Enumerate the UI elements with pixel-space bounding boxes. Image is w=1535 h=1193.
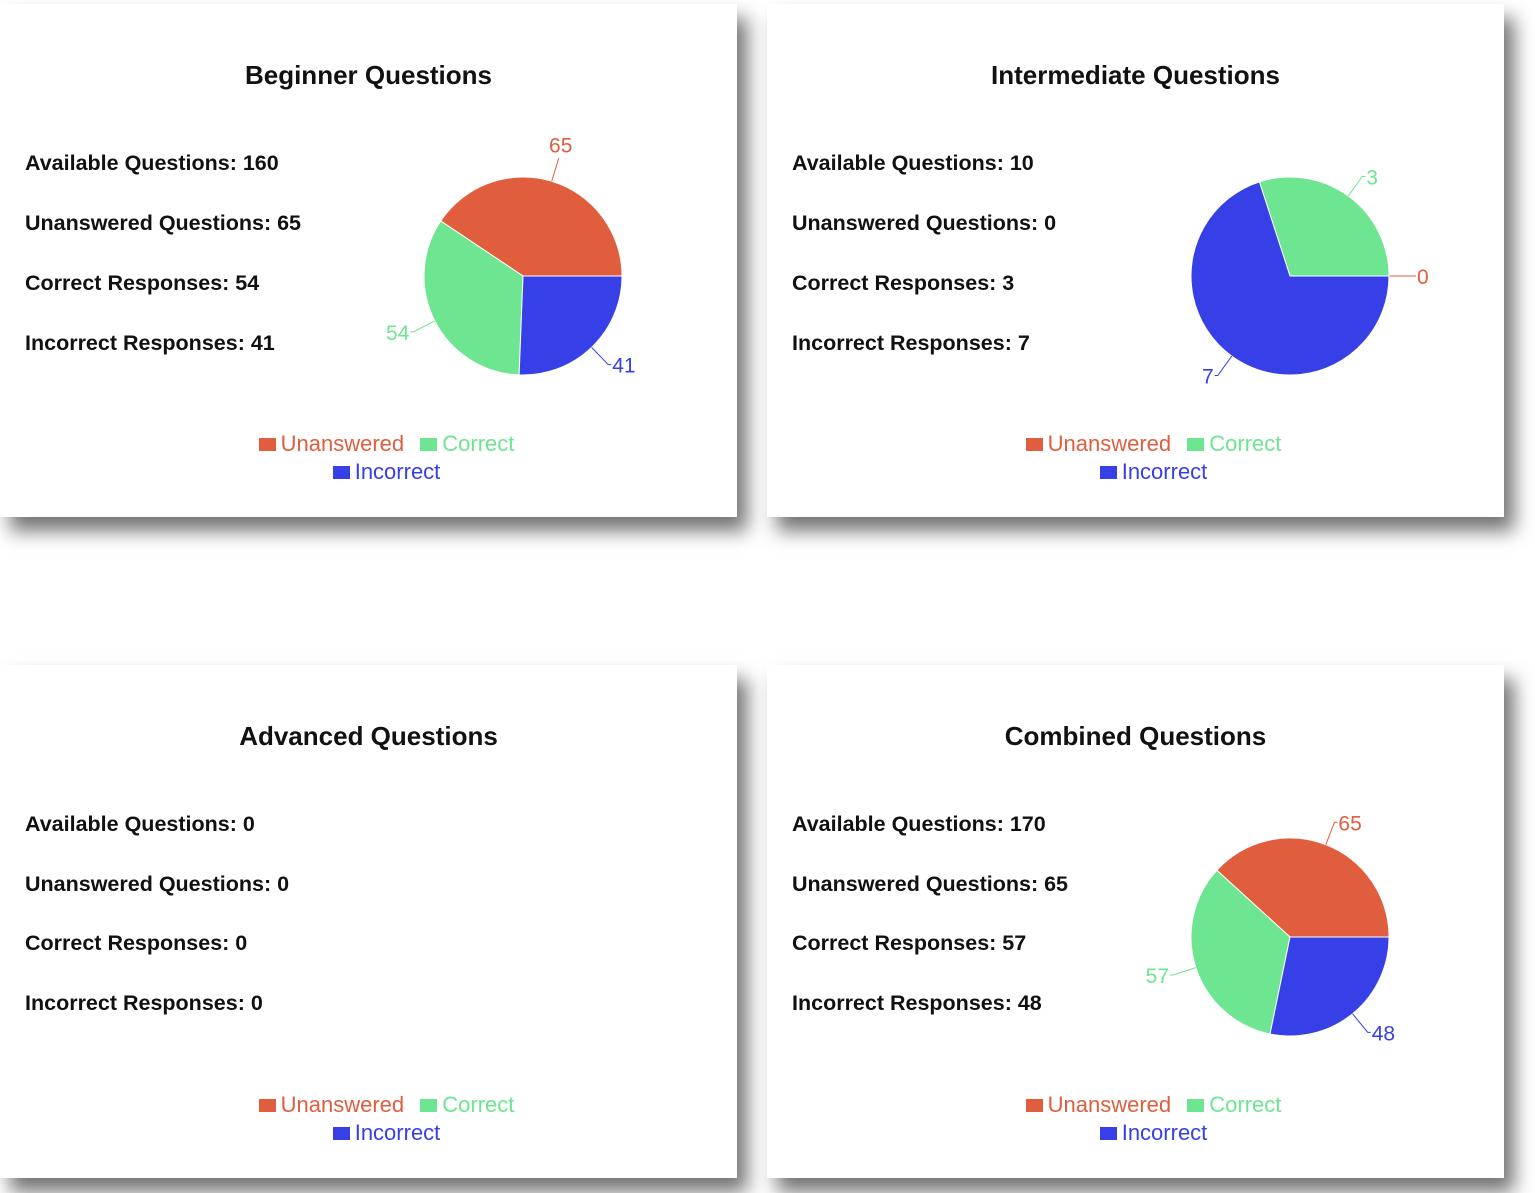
data-label-unanswered: 0 (1417, 266, 1429, 289)
data-label-correct: 54 (386, 322, 410, 345)
legend-row-1: Unanswered Correct (0, 1092, 737, 1118)
leader-line-correct (410, 320, 436, 333)
legend-label-incorrect: Incorrect (1121, 1120, 1208, 1145)
legend-item-unanswered[interactable]: Unanswered (1025, 431, 1172, 457)
legend-swatch-incorrect (332, 466, 350, 479)
legend-row-1: Unanswered Correct (767, 431, 1504, 457)
legend-label-incorrect: Incorrect (354, 459, 441, 484)
legend-row-2: Incorrect (0, 459, 737, 485)
legend-item-incorrect[interactable]: Incorrect (1099, 459, 1208, 485)
legend-label-unanswered: Unanswered (1047, 431, 1172, 456)
legend-item-correct[interactable]: Correct (420, 1092, 514, 1118)
legend-swatch-incorrect (332, 1127, 350, 1140)
chart-card-intermediate: Intermediate Questions Available Questio… (767, 4, 1504, 517)
chart-card-combined: Combined Questions Available Questions: … (767, 665, 1504, 1178)
data-label-incorrect: 48 (1372, 1022, 1395, 1045)
leader-line-correct (1347, 175, 1366, 197)
legend-label-correct: Correct (1209, 431, 1282, 456)
legend-label-incorrect: Incorrect (354, 1120, 441, 1145)
legend-label-correct: Correct (442, 1092, 515, 1117)
chart-card-beginner: Beginner Questions Available Questions: … (0, 4, 737, 517)
pie-slice-incorrect (1269, 936, 1390, 1037)
legend-row-1: Unanswered Correct (0, 431, 737, 457)
legend-item-incorrect[interactable]: Incorrect (332, 1120, 441, 1146)
data-label-incorrect: 7 (1202, 366, 1214, 389)
legend-swatch-correct (420, 1099, 438, 1112)
legend-label-correct: Correct (442, 431, 515, 456)
legend-row-1: Unanswered Correct (767, 1092, 1504, 1118)
legend-label-incorrect: Incorrect (1121, 459, 1208, 484)
leader-line-correct (1170, 967, 1196, 976)
data-label-incorrect: 41 (612, 355, 635, 378)
leader-line-incorrect (1214, 355, 1233, 377)
chart-card-advanced: Advanced Questions Available Questions: … (0, 665, 737, 1178)
legend-item-correct[interactable]: Correct (1187, 1092, 1281, 1118)
legend-swatch-unanswered (1025, 1099, 1043, 1112)
leader-line-incorrect (1352, 1013, 1371, 1033)
legend-label-correct: Correct (1209, 1092, 1282, 1117)
legend-swatch-correct (420, 438, 438, 451)
legend-swatch-incorrect (1099, 1127, 1117, 1140)
legend-swatch-correct (1187, 1099, 1205, 1112)
legend-label-unanswered: Unanswered (280, 1092, 405, 1117)
data-label-correct: 3 (1366, 166, 1378, 189)
legend-row-2: Incorrect (0, 1120, 737, 1146)
legend-label-unanswered: Unanswered (1047, 1092, 1172, 1117)
legend-row-2: Incorrect (767, 1120, 1504, 1146)
legend-item-correct[interactable]: Correct (1187, 431, 1281, 457)
legend-swatch-incorrect (1099, 466, 1117, 479)
legend-item-incorrect[interactable]: Incorrect (1099, 1120, 1208, 1146)
legend-item-unanswered[interactable]: Unanswered (258, 431, 405, 457)
data-label-correct: 57 (1146, 965, 1169, 988)
pie-slice-incorrect (518, 275, 623, 376)
legend-swatch-unanswered (1025, 438, 1043, 451)
legend-row-2: Incorrect (767, 459, 1504, 485)
leader-line-unanswered (551, 158, 560, 182)
legend-item-unanswered[interactable]: Unanswered (258, 1092, 405, 1118)
legend-item-incorrect[interactable]: Incorrect (332, 459, 441, 485)
leader-line-incorrect (591, 347, 612, 366)
legend-swatch-unanswered (258, 1099, 276, 1112)
data-label-unanswered: 65 (549, 134, 572, 157)
legend-item-unanswered[interactable]: Unanswered (1025, 1092, 1172, 1118)
legend-label-unanswered: Unanswered (280, 431, 405, 456)
legend-item-correct[interactable]: Correct (420, 431, 514, 457)
leader-line-unanswered (1325, 821, 1338, 845)
legend-swatch-unanswered (258, 438, 276, 451)
legend-swatch-correct (1187, 438, 1205, 451)
data-label-unanswered: 65 (1338, 812, 1361, 835)
